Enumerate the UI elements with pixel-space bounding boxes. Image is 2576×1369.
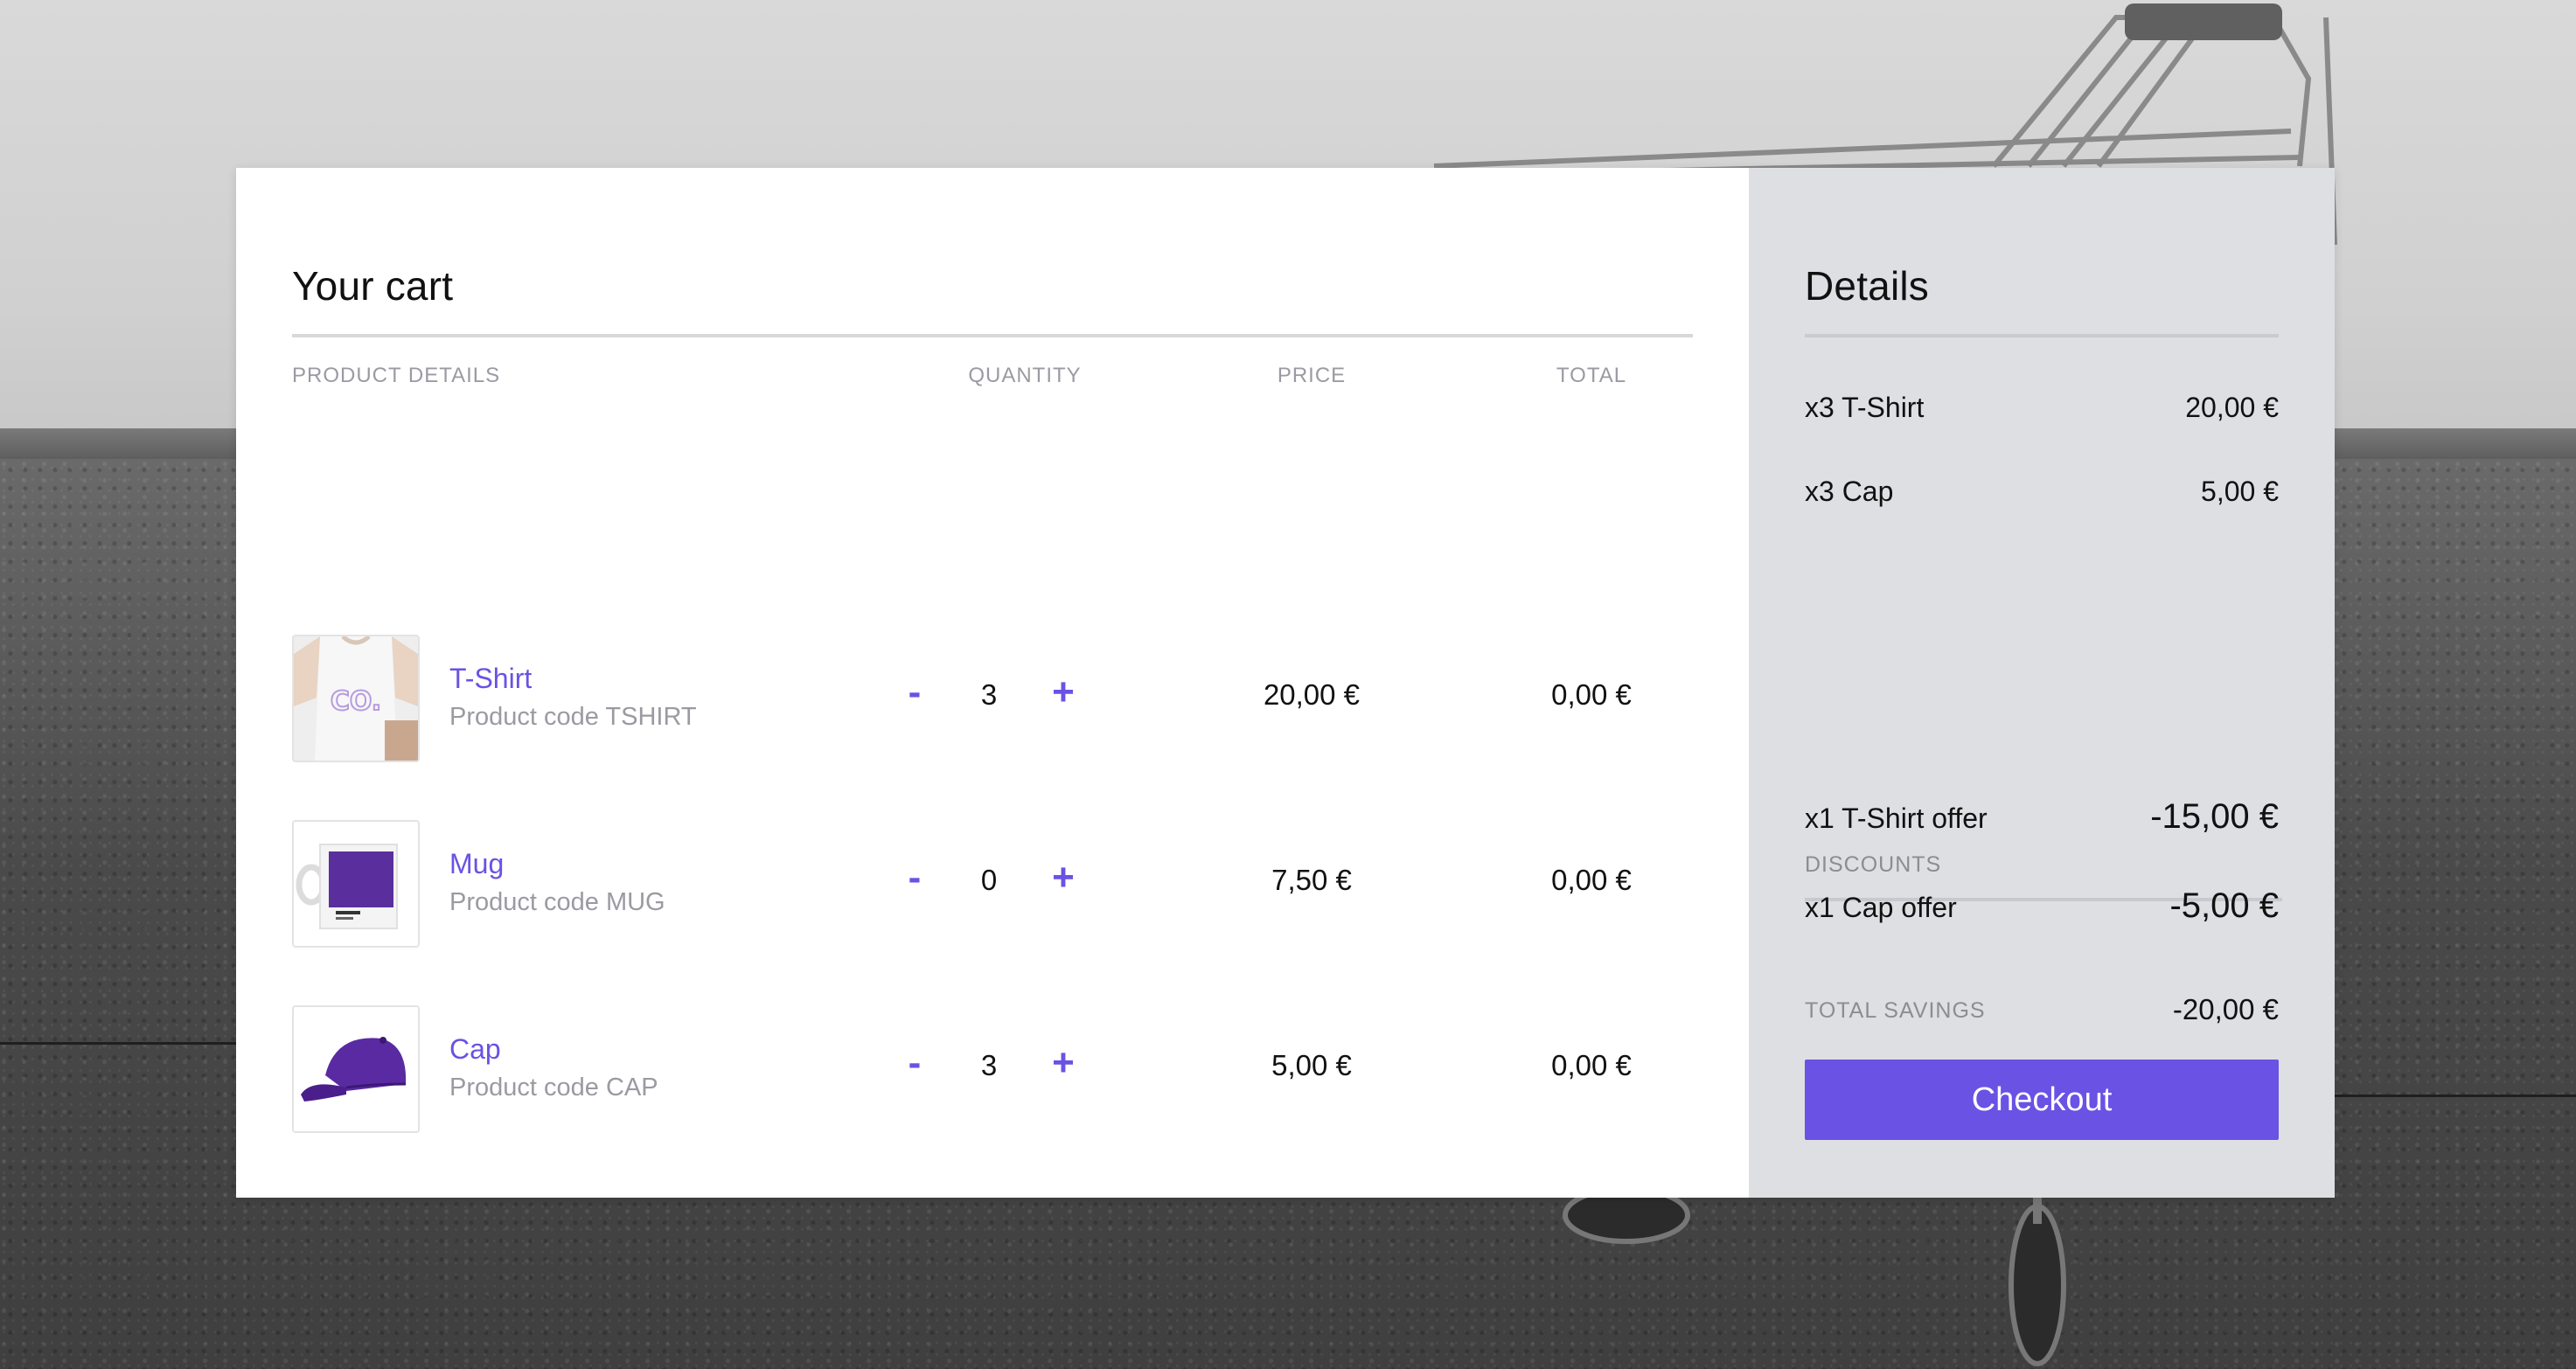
summary-item-amount: 20,00 € <box>2185 392 2279 423</box>
quantity-value[interactable]: 0 <box>941 864 1037 897</box>
decrease-quantity-button[interactable]: - <box>897 1044 932 1082</box>
product-name-link[interactable]: T-Shirt <box>449 663 532 695</box>
details-title-divider <box>1805 334 2279 337</box>
summary-line-cap: x3 Cap 5,00 € <box>1805 476 2279 508</box>
cart-row-tshirt: CO. T-Shirt Product code TSHIRT - 3 + 20… <box>292 635 1693 764</box>
column-header-price: PRICE <box>1277 364 1347 387</box>
column-header-product: PRODUCT DETAILS <box>292 364 501 387</box>
svg-text:CO.: CO. <box>331 686 381 717</box>
cart-title-divider <box>292 334 1693 337</box>
checkout-button[interactable]: Checkout <box>1805 1060 2279 1140</box>
unit-price: 20,00 € <box>1263 678 1361 711</box>
total-savings-label: TOTAL SAVINGS <box>1805 998 1986 1023</box>
cart-card: Your cart PRODUCT DETAILS QUANTITY PRICE… <box>236 168 2335 1198</box>
details-title: Details <box>1805 263 1930 309</box>
decrease-quantity-button[interactable]: - <box>897 858 932 897</box>
unit-price: 7,50 € <box>1271 864 1352 896</box>
column-header-quantity: QUANTITY <box>968 364 1082 387</box>
summary-item-label: x3 Cap <box>1805 476 1894 507</box>
unit-price: 5,00 € <box>1271 1049 1352 1081</box>
product-code: Product code MUG <box>449 888 665 916</box>
summary-line-tshirt: x3 T-Shirt 20,00 € <box>1805 392 2279 424</box>
mug-image[interactable] <box>292 820 420 948</box>
discount-line-cap: x1 Cap offer -5,00 € <box>1805 886 2279 926</box>
decrease-quantity-button[interactable]: - <box>897 673 932 712</box>
cart-row-mug: Mug Product code MUG - 0 + 7,50 € 0,00 € <box>292 820 1693 949</box>
line-total: 0,00 € <box>1551 678 1632 711</box>
cart-title: Your cart <box>292 263 454 309</box>
increase-quantity-button[interactable]: + <box>1046 1044 1081 1082</box>
total-savings-line: TOTAL SAVINGS -20,00 € <box>1805 993 2279 1026</box>
discount-amount: -5,00 € <box>2169 886 2279 925</box>
discount-line-tshirt: x1 T-Shirt offer -15,00 € <box>1805 797 2279 837</box>
cap-image[interactable] <box>292 1005 420 1133</box>
product-name-link[interactable]: Mug <box>449 848 504 880</box>
total-savings-amount: -20,00 € <box>2172 993 2279 1025</box>
summary-item-amount: 5,00 € <box>2201 476 2279 507</box>
increase-quantity-button[interactable]: + <box>1046 858 1081 897</box>
increase-quantity-button[interactable]: + <box>1046 673 1081 712</box>
discounts-header: DISCOUNTS <box>1805 852 1942 877</box>
quantity-value[interactable]: 3 <box>941 678 1037 712</box>
cart-row-cap: Cap Product code CAP - 3 + 5,00 € 0,00 € <box>292 1005 1693 1135</box>
discount-amount: -15,00 € <box>2150 797 2279 836</box>
quantity-value[interactable]: 3 <box>941 1049 1037 1082</box>
background-crack <box>0 1042 236 1045</box>
product-code: Product code CAP <box>449 1074 658 1101</box>
line-total: 0,00 € <box>1551 864 1632 896</box>
column-header-total: TOTAL <box>1556 364 1627 387</box>
details-panel: Details x3 T-Shirt 20,00 € x3 Cap 5,00 €… <box>1749 168 2335 1198</box>
tshirt-image[interactable]: CO. <box>292 635 420 762</box>
discount-label: x1 Cap offer <box>1805 892 1957 923</box>
summary-item-label: x3 T-Shirt <box>1805 392 1925 423</box>
discount-label: x1 T-Shirt offer <box>1805 803 1988 834</box>
line-total: 0,00 € <box>1551 1049 1632 1081</box>
cart-panel: Your cart PRODUCT DETAILS QUANTITY PRICE… <box>236 168 1749 1198</box>
product-code: Product code TSHIRT <box>449 703 697 731</box>
product-name-link[interactable]: Cap <box>449 1033 501 1066</box>
